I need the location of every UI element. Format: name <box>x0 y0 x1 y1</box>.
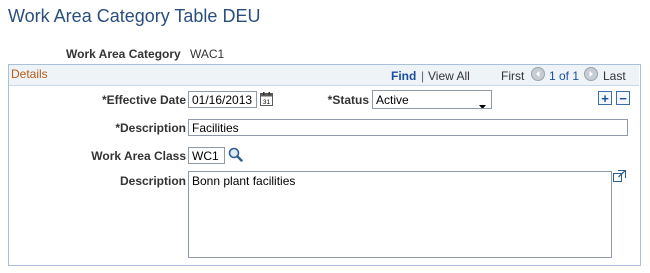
magnifier-icon[interactable] <box>228 147 243 165</box>
details-title: Details <box>11 67 48 81</box>
status-select-value: Active <box>376 93 409 107</box>
work-area-class-field[interactable]: WC1 <box>188 147 225 164</box>
find-link[interactable]: Find <box>391 69 416 83</box>
row-count: 1 of 1 <box>549 69 580 83</box>
effective-date-label: *Effective Date <box>101 93 186 107</box>
calendar-icon[interactable]: 31 <box>260 92 273 109</box>
long-description-label: Description <box>119 174 186 188</box>
nav-separator: | <box>421 69 425 83</box>
last-link[interactable]: Last <box>603 69 626 83</box>
description-label: *Description <box>115 121 186 135</box>
first-link[interactable]: First <box>501 69 524 83</box>
work-area-category-label: Work Area Category <box>66 47 181 61</box>
svg-text:31: 31 <box>263 99 271 106</box>
expand-icon[interactable] <box>613 170 626 185</box>
page-title: Work Area Category Table DEU <box>8 6 261 26</box>
description-field[interactable]: Facilities <box>188 119 628 136</box>
work-area-class-label: Work Area Class <box>91 149 186 163</box>
next-arrow-icon[interactable] <box>584 67 598 81</box>
long-description-textarea[interactable]: Bonn plant facilities <box>188 171 612 258</box>
status-select[interactable]: Active <box>372 90 492 109</box>
add-row-button[interactable]: + <box>598 91 612 105</box>
prev-arrow-icon[interactable] <box>531 67 545 81</box>
delete-row-button[interactable]: − <box>616 91 630 105</box>
work-area-category-value: WAC1 <box>190 47 225 61</box>
chevron-down-icon <box>479 98 486 108</box>
status-label: *Status <box>327 93 369 107</box>
effective-date-field[interactable]: 01/16/2013 <box>188 91 257 108</box>
view-all-link[interactable]: View All <box>428 69 470 83</box>
